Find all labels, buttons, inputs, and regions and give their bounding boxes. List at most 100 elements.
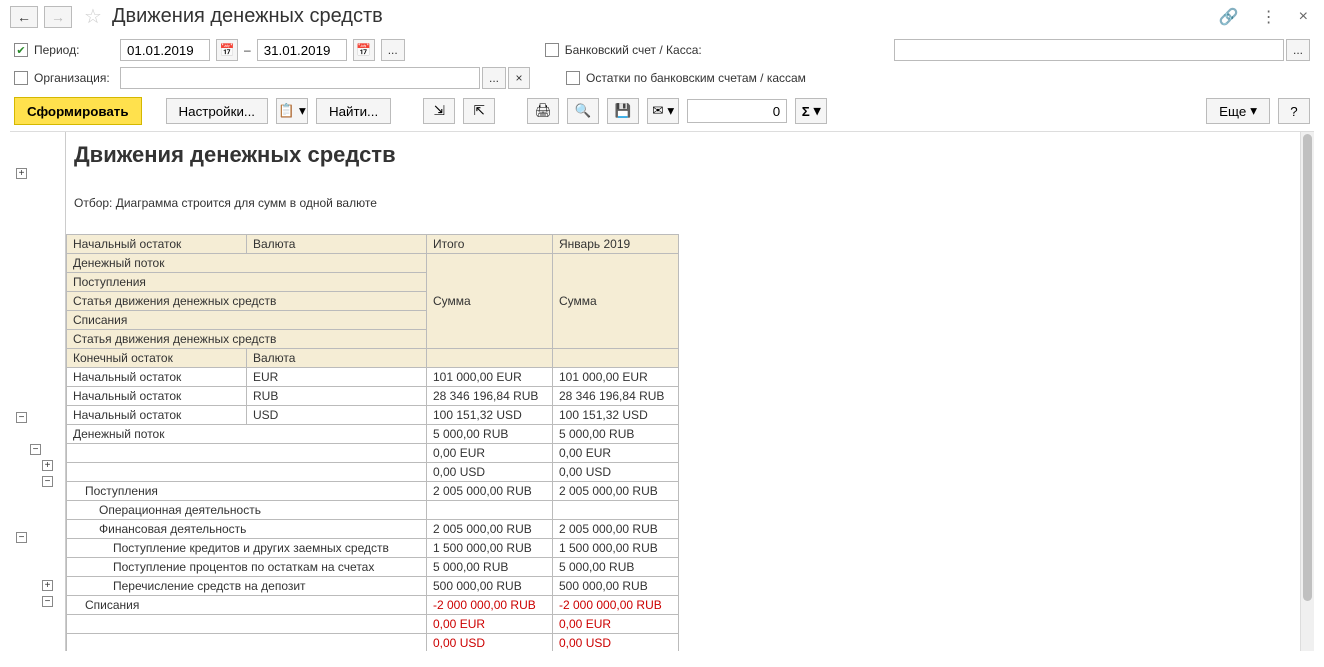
vertical-scrollbar[interactable] (1300, 132, 1314, 651)
collapse-button[interactable]: ⇱ (463, 98, 495, 124)
row-month: 2 005 000,00 RUB (553, 482, 679, 501)
bank-checkbox[interactable] (545, 43, 559, 57)
row-month (553, 501, 679, 520)
variants-button[interactable]: 📋▾ (276, 98, 308, 124)
row-month: 28 346 196,84 RUB (553, 387, 679, 406)
tree-toggle[interactable]: − (42, 596, 53, 607)
table-row[interactable]: Операционная деятельность (67, 501, 679, 520)
row-label: Списания (67, 596, 427, 615)
org-input[interactable] (120, 67, 480, 89)
link-icon[interactable]: 🔗 (1213, 5, 1245, 29)
arrow-right-icon: → (51, 9, 65, 25)
sum-input[interactable] (687, 99, 787, 123)
sigma-button[interactable]: Σ▾ (795, 98, 827, 124)
table-row[interactable]: Поступление процентов по остаткам на сче… (67, 558, 679, 577)
period-to-calendar[interactable]: 📅 (353, 39, 375, 61)
row-label: Начальный остаток (67, 406, 247, 425)
row-total: 0,00 EUR (427, 444, 553, 463)
row-month: 5 000,00 RUB (553, 558, 679, 577)
row-currency: EUR (247, 368, 427, 387)
more-button[interactable]: Еще ▾ (1206, 98, 1270, 124)
settings-button[interactable]: Настройки... (166, 98, 268, 124)
balances-checkbox[interactable] (566, 71, 580, 85)
bank-input[interactable] (894, 39, 1284, 61)
tree-toggle[interactable]: + (42, 460, 53, 471)
org-clear-button[interactable]: × (508, 67, 530, 89)
scrollbar-thumb[interactable] (1303, 134, 1312, 601)
preview-button[interactable]: 🔍 (567, 98, 599, 124)
tree-toggle[interactable]: − (16, 412, 27, 423)
generate-button[interactable]: Сформировать (14, 97, 142, 125)
row-month: 1 500 000,00 RUB (553, 539, 679, 558)
period-more-button[interactable]: ... (381, 39, 405, 61)
period-from-input[interactable] (120, 39, 210, 61)
tree-toggle[interactable]: + (42, 580, 53, 591)
mail-button[interactable]: ✉▾ (647, 98, 679, 124)
org-more-button[interactable]: ... (482, 67, 506, 89)
forward-button[interactable]: → (44, 6, 72, 28)
row-month: 100 151,32 USD (553, 406, 679, 425)
expand-button[interactable]: ⇲ (423, 98, 455, 124)
chevron-down-icon: ▾ (299, 103, 306, 119)
favorite-star-icon[interactable]: ☆ (84, 4, 102, 29)
hdr-outflows: Списания (67, 311, 427, 330)
menu-icon[interactable]: ⋮ (1255, 5, 1283, 29)
table-row[interactable]: 0,00 EUR0,00 EUR (67, 444, 679, 463)
period-checkbox[interactable]: ✔ (14, 43, 28, 57)
table-row[interactable]: Начальный остатокEUR101 000,00 EUR101 00… (67, 368, 679, 387)
table-row[interactable]: Списания-2 000 000,00 RUB-2 000 000,00 R… (67, 596, 679, 615)
row-label: Поступления (67, 482, 427, 501)
hdr-currency2: Валюта (247, 349, 427, 368)
calendar-icon: 📅 (356, 43, 371, 57)
row-month: 0,00 USD (553, 463, 679, 482)
table-row[interactable]: 0,00 EUR0,00 EUR (67, 615, 679, 634)
table-row[interactable]: Финансовая деятельность2 005 000,00 RUB2… (67, 520, 679, 539)
copy-icon: 📋 (278, 103, 295, 119)
sigma-icon: Σ (802, 104, 810, 119)
row-month: 0,00 EUR (553, 615, 679, 634)
row-label: Финансовая деятельность (67, 520, 427, 539)
row-total: 28 346 196,84 RUB (427, 387, 553, 406)
back-button[interactable]: ← (10, 6, 38, 28)
find-button[interactable]: Найти... (316, 98, 391, 124)
hdr-end-balance: Конечный остаток (67, 349, 247, 368)
hdr-article2: Статья движения денежных средств (67, 330, 427, 349)
period-label: Период: (34, 43, 79, 57)
table-row[interactable]: Перечисление средств на депозит500 000,0… (67, 577, 679, 596)
row-label (67, 444, 427, 463)
row-label: Поступление кредитов и других заемных ср… (67, 539, 427, 558)
table-row[interactable]: Начальный остатокUSD100 151,32 USD100 15… (67, 406, 679, 425)
close-icon[interactable]: × (1293, 6, 1314, 28)
table-row[interactable]: 0,00 USD0,00 USD (67, 634, 679, 652)
chevron-down-icon: ▾ (814, 103, 821, 119)
table-row[interactable]: 0,00 USD0,00 USD (67, 463, 679, 482)
hdr-start-balance: Начальный остаток (67, 235, 247, 254)
bank-more-button[interactable]: ... (1286, 39, 1310, 61)
tree-toggle[interactable]: − (30, 444, 41, 455)
table-row[interactable]: Начальный остатокRUB28 346 196,84 RUB28 … (67, 387, 679, 406)
print-button[interactable]: 🖨 (527, 98, 559, 124)
row-label (67, 463, 427, 482)
expand-icon: ⇲ (434, 103, 445, 119)
hdr-article: Статья движения денежных средств (67, 292, 427, 311)
report-title: Движения денежных средств (66, 132, 1314, 196)
tree-toggle[interactable]: − (16, 532, 27, 543)
mail-icon: ✉ (652, 103, 663, 119)
org-checkbox[interactable] (14, 71, 28, 85)
table-row[interactable]: Денежный поток5 000,00 RUB5 000,00 RUB (67, 425, 679, 444)
table-row[interactable]: Поступление кредитов и других заемных ср… (67, 539, 679, 558)
help-button[interactable]: ? (1278, 98, 1310, 124)
period-to-input[interactable] (257, 39, 347, 61)
hdr-total: Итого (427, 235, 553, 254)
save-button[interactable]: 💾 (607, 98, 639, 124)
tree-toggle[interactable]: − (42, 476, 53, 487)
row-month: 5 000,00 RUB (553, 425, 679, 444)
row-total: 500 000,00 RUB (427, 577, 553, 596)
period-from-calendar[interactable]: 📅 (216, 39, 238, 61)
chevron-down-icon: ▾ (667, 103, 674, 119)
row-total (427, 501, 553, 520)
bank-label: Банковский счет / Касса: (565, 43, 702, 57)
row-month: 0,00 EUR (553, 444, 679, 463)
table-row[interactable]: Поступления2 005 000,00 RUB2 005 000,00 … (67, 482, 679, 501)
tree-toggle[interactable]: + (16, 168, 27, 179)
